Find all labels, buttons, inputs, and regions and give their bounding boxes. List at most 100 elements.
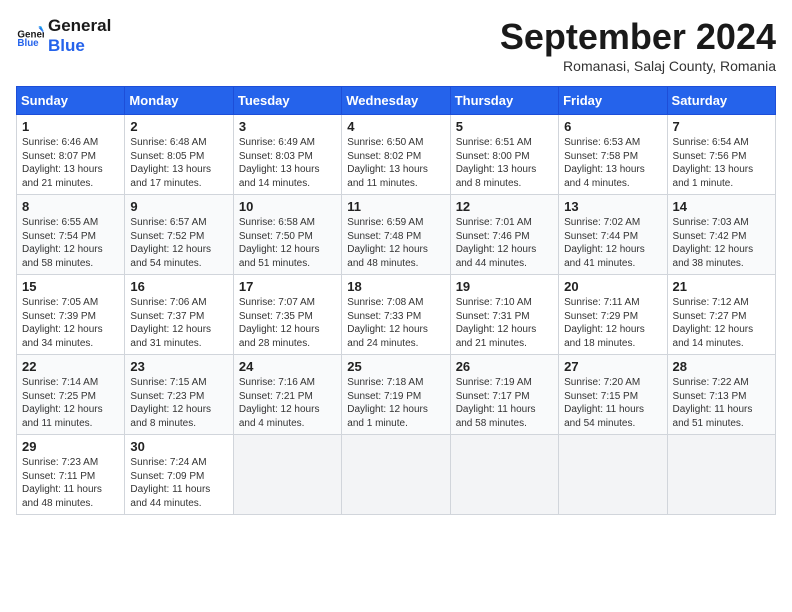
cell-info: Sunrise: 7:07 AMSunset: 7:35 PMDaylight:… bbox=[239, 297, 320, 349]
cell-info: Sunrise: 7:02 AMSunset: 7:44 PMDaylight:… bbox=[564, 217, 645, 269]
day-number: 10 bbox=[239, 199, 336, 214]
day-number: 9 bbox=[130, 199, 227, 214]
day-number: 7 bbox=[673, 119, 770, 134]
calendar-cell: 21 Sunrise: 7:12 AMSunset: 7:27 PMDaylig… bbox=[667, 275, 775, 355]
cell-info: Sunrise: 7:03 AMSunset: 7:42 PMDaylight:… bbox=[673, 217, 754, 269]
cell-info: Sunrise: 7:22 AMSunset: 7:13 PMDaylight:… bbox=[673, 377, 753, 429]
cell-info: Sunrise: 6:53 AMSunset: 7:58 PMDaylight:… bbox=[564, 137, 645, 189]
logo-icon: General Blue bbox=[16, 22, 44, 50]
cell-info: Sunrise: 7:16 AMSunset: 7:21 PMDaylight:… bbox=[239, 377, 320, 429]
day-number: 13 bbox=[564, 199, 661, 214]
calendar-cell bbox=[450, 435, 558, 515]
cell-info: Sunrise: 7:18 AMSunset: 7:19 PMDaylight:… bbox=[347, 377, 428, 429]
calendar-cell: 4 Sunrise: 6:50 AMSunset: 8:02 PMDayligh… bbox=[342, 115, 450, 195]
calendar-cell: 9 Sunrise: 6:57 AMSunset: 7:52 PMDayligh… bbox=[125, 195, 233, 275]
day-number: 19 bbox=[456, 279, 553, 294]
day-number: 22 bbox=[22, 359, 119, 374]
cell-info: Sunrise: 7:08 AMSunset: 7:33 PMDaylight:… bbox=[347, 297, 428, 349]
calendar-cell: 7 Sunrise: 6:54 AMSunset: 7:56 PMDayligh… bbox=[667, 115, 775, 195]
calendar-cell: 26 Sunrise: 7:19 AMSunset: 7:17 PMDaylig… bbox=[450, 355, 558, 435]
cell-info: Sunrise: 6:51 AMSunset: 8:00 PMDaylight:… bbox=[456, 137, 537, 189]
calendar-cell: 28 Sunrise: 7:22 AMSunset: 7:13 PMDaylig… bbox=[667, 355, 775, 435]
col-header-saturday: Saturday bbox=[667, 87, 775, 115]
location: Romanasi, Salaj County, Romania bbox=[500, 58, 776, 74]
day-number: 5 bbox=[456, 119, 553, 134]
day-number: 30 bbox=[130, 439, 227, 454]
day-number: 2 bbox=[130, 119, 227, 134]
day-number: 4 bbox=[347, 119, 444, 134]
calendar-cell: 29 Sunrise: 7:23 AMSunset: 7:11 PMDaylig… bbox=[17, 435, 125, 515]
month-title: September 2024 bbox=[500, 16, 776, 58]
col-header-sunday: Sunday bbox=[17, 87, 125, 115]
calendar-cell: 30 Sunrise: 7:24 AMSunset: 7:09 PMDaylig… bbox=[125, 435, 233, 515]
day-number: 28 bbox=[673, 359, 770, 374]
calendar-week-row: 29 Sunrise: 7:23 AMSunset: 7:11 PMDaylig… bbox=[17, 435, 776, 515]
calendar-cell: 13 Sunrise: 7:02 AMSunset: 7:44 PMDaylig… bbox=[559, 195, 667, 275]
calendar-cell bbox=[559, 435, 667, 515]
calendar-table: SundayMondayTuesdayWednesdayThursdayFrid… bbox=[16, 86, 776, 515]
calendar-cell: 1 Sunrise: 6:46 AMSunset: 8:07 PMDayligh… bbox=[17, 115, 125, 195]
day-number: 24 bbox=[239, 359, 336, 374]
day-number: 8 bbox=[22, 199, 119, 214]
cell-info: Sunrise: 6:59 AMSunset: 7:48 PMDaylight:… bbox=[347, 217, 428, 269]
cell-info: Sunrise: 6:58 AMSunset: 7:50 PMDaylight:… bbox=[239, 217, 320, 269]
calendar-cell: 16 Sunrise: 7:06 AMSunset: 7:37 PMDaylig… bbox=[125, 275, 233, 355]
logo-general: General bbox=[48, 16, 111, 36]
day-number: 11 bbox=[347, 199, 444, 214]
cell-info: Sunrise: 6:48 AMSunset: 8:05 PMDaylight:… bbox=[130, 137, 211, 189]
day-number: 1 bbox=[22, 119, 119, 134]
day-number: 16 bbox=[130, 279, 227, 294]
col-header-monday: Monday bbox=[125, 87, 233, 115]
day-number: 14 bbox=[673, 199, 770, 214]
cell-info: Sunrise: 6:46 AMSunset: 8:07 PMDaylight:… bbox=[22, 137, 103, 189]
cell-info: Sunrise: 7:24 AMSunset: 7:09 PMDaylight:… bbox=[130, 457, 210, 509]
calendar-cell: 24 Sunrise: 7:16 AMSunset: 7:21 PMDaylig… bbox=[233, 355, 341, 435]
calendar-cell: 15 Sunrise: 7:05 AMSunset: 7:39 PMDaylig… bbox=[17, 275, 125, 355]
cell-info: Sunrise: 7:15 AMSunset: 7:23 PMDaylight:… bbox=[130, 377, 211, 429]
calendar-cell: 17 Sunrise: 7:07 AMSunset: 7:35 PMDaylig… bbox=[233, 275, 341, 355]
calendar-week-row: 15 Sunrise: 7:05 AMSunset: 7:39 PMDaylig… bbox=[17, 275, 776, 355]
cell-info: Sunrise: 7:12 AMSunset: 7:27 PMDaylight:… bbox=[673, 297, 754, 349]
day-number: 12 bbox=[456, 199, 553, 214]
day-number: 18 bbox=[347, 279, 444, 294]
logo: General Blue General Blue bbox=[16, 16, 111, 57]
day-number: 21 bbox=[673, 279, 770, 294]
col-header-friday: Friday bbox=[559, 87, 667, 115]
calendar-cell: 18 Sunrise: 7:08 AMSunset: 7:33 PMDaylig… bbox=[342, 275, 450, 355]
calendar-cell: 20 Sunrise: 7:11 AMSunset: 7:29 PMDaylig… bbox=[559, 275, 667, 355]
day-number: 23 bbox=[130, 359, 227, 374]
calendar-week-row: 1 Sunrise: 6:46 AMSunset: 8:07 PMDayligh… bbox=[17, 115, 776, 195]
cell-info: Sunrise: 7:05 AMSunset: 7:39 PMDaylight:… bbox=[22, 297, 103, 349]
calendar-cell: 22 Sunrise: 7:14 AMSunset: 7:25 PMDaylig… bbox=[17, 355, 125, 435]
cell-info: Sunrise: 6:57 AMSunset: 7:52 PMDaylight:… bbox=[130, 217, 211, 269]
calendar-cell: 19 Sunrise: 7:10 AMSunset: 7:31 PMDaylig… bbox=[450, 275, 558, 355]
calendar-cell: 25 Sunrise: 7:18 AMSunset: 7:19 PMDaylig… bbox=[342, 355, 450, 435]
cell-info: Sunrise: 7:19 AMSunset: 7:17 PMDaylight:… bbox=[456, 377, 536, 429]
svg-text:Blue: Blue bbox=[17, 38, 39, 49]
cell-info: Sunrise: 7:10 AMSunset: 7:31 PMDaylight:… bbox=[456, 297, 537, 349]
calendar-week-row: 8 Sunrise: 6:55 AMSunset: 7:54 PMDayligh… bbox=[17, 195, 776, 275]
cell-info: Sunrise: 7:14 AMSunset: 7:25 PMDaylight:… bbox=[22, 377, 103, 429]
cell-info: Sunrise: 6:55 AMSunset: 7:54 PMDaylight:… bbox=[22, 217, 103, 269]
calendar-cell: 5 Sunrise: 6:51 AMSunset: 8:00 PMDayligh… bbox=[450, 115, 558, 195]
calendar-cell: 27 Sunrise: 7:20 AMSunset: 7:15 PMDaylig… bbox=[559, 355, 667, 435]
col-header-tuesday: Tuesday bbox=[233, 87, 341, 115]
cell-info: Sunrise: 7:06 AMSunset: 7:37 PMDaylight:… bbox=[130, 297, 211, 349]
calendar-cell bbox=[667, 435, 775, 515]
cell-info: Sunrise: 6:50 AMSunset: 8:02 PMDaylight:… bbox=[347, 137, 428, 189]
day-number: 6 bbox=[564, 119, 661, 134]
col-header-wednesday: Wednesday bbox=[342, 87, 450, 115]
cell-info: Sunrise: 7:01 AMSunset: 7:46 PMDaylight:… bbox=[456, 217, 537, 269]
calendar-cell: 6 Sunrise: 6:53 AMSunset: 7:58 PMDayligh… bbox=[559, 115, 667, 195]
calendar-cell: 3 Sunrise: 6:49 AMSunset: 8:03 PMDayligh… bbox=[233, 115, 341, 195]
day-number: 26 bbox=[456, 359, 553, 374]
calendar-cell: 11 Sunrise: 6:59 AMSunset: 7:48 PMDaylig… bbox=[342, 195, 450, 275]
cell-info: Sunrise: 7:20 AMSunset: 7:15 PMDaylight:… bbox=[564, 377, 644, 429]
logo-blue: Blue bbox=[48, 36, 111, 56]
cell-info: Sunrise: 6:54 AMSunset: 7:56 PMDaylight:… bbox=[673, 137, 754, 189]
calendar-cell bbox=[233, 435, 341, 515]
day-number: 20 bbox=[564, 279, 661, 294]
cell-info: Sunrise: 7:11 AMSunset: 7:29 PMDaylight:… bbox=[564, 297, 645, 349]
calendar-cell: 14 Sunrise: 7:03 AMSunset: 7:42 PMDaylig… bbox=[667, 195, 775, 275]
day-number: 27 bbox=[564, 359, 661, 374]
